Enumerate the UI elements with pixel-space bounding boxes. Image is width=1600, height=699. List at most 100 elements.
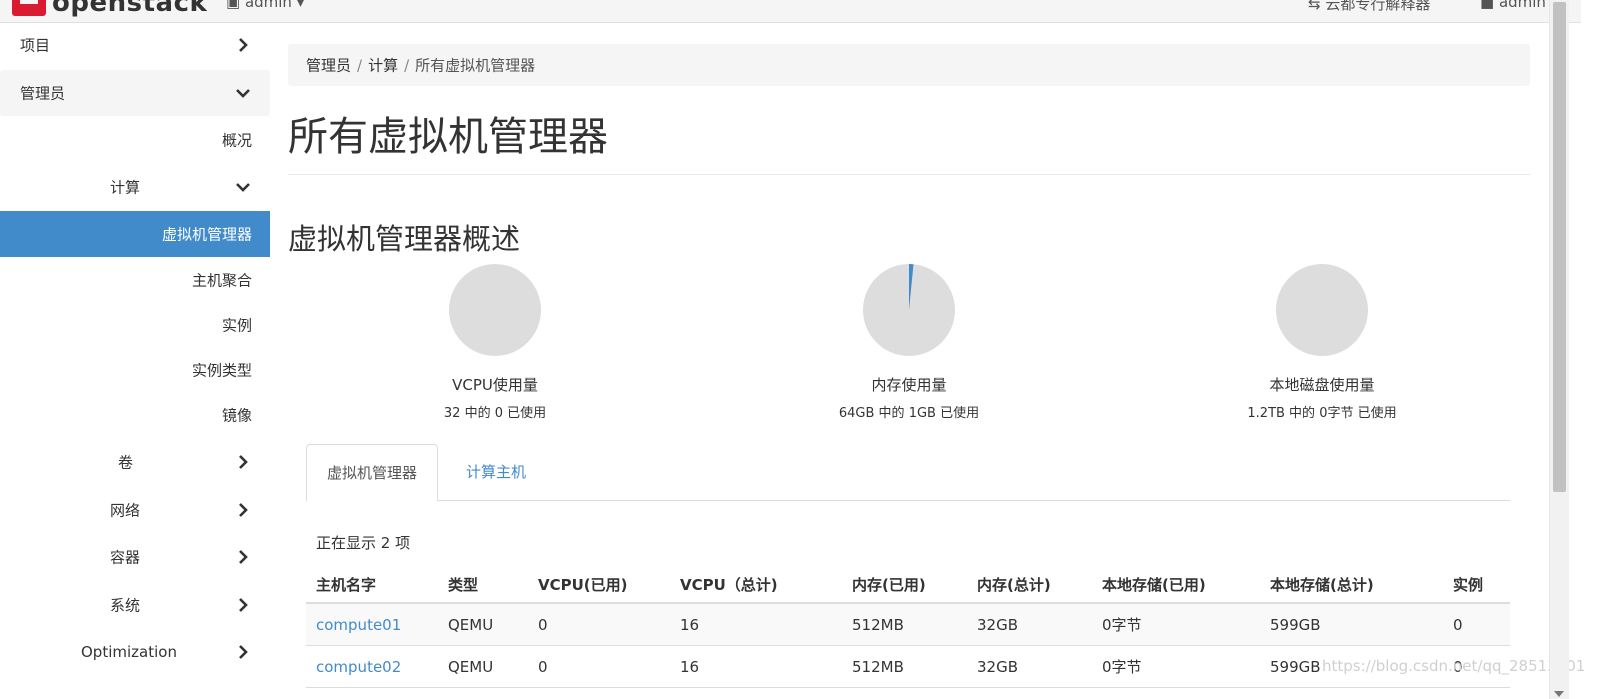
logo-text[interactable]: openstack bbox=[52, 0, 207, 18]
project-selector[interactable]: ▣ admin ▾ bbox=[226, 0, 304, 11]
title-divider bbox=[288, 174, 1530, 175]
breadcrumb-separator: / bbox=[404, 56, 410, 75]
vcpu-usage-chart: VCPU使用量 32 中的 0 已使用 bbox=[375, 264, 615, 421]
disk-usage-chart: 本地磁盘使用量 1.2TB 中的 0字节 已使用 bbox=[1202, 264, 1442, 421]
tab-compute-hosts[interactable]: 计算主机 bbox=[446, 444, 546, 500]
pie-background bbox=[1276, 264, 1368, 356]
scrollbar-thumb[interactable] bbox=[1553, 2, 1566, 492]
column-header[interactable]: 实例 bbox=[1443, 566, 1510, 604]
breadcrumb-admin[interactable]: 管理员 bbox=[306, 57, 351, 75]
table-cell: 0 bbox=[528, 603, 670, 646]
chevron-right-icon bbox=[236, 645, 250, 659]
column-header[interactable]: 内存(已用) bbox=[842, 566, 967, 604]
sidebar-item-flavors[interactable]: 实例类型 bbox=[0, 347, 270, 393]
sidebar-item-label: 管理员 bbox=[20, 84, 66, 103]
disk-usage-title: 本地磁盘使用量 bbox=[1269, 376, 1375, 394]
vertical-scrollbar[interactable] bbox=[1549, 0, 1569, 699]
sidebar-item-label: 计算 bbox=[110, 178, 141, 197]
sidebar-item-admin[interactable]: 管理员 bbox=[0, 70, 270, 116]
vcpu-usage-pie bbox=[449, 264, 541, 356]
table-cell: QEMU bbox=[438, 603, 528, 646]
chevron-right-icon bbox=[236, 550, 250, 564]
sidebar-item-volumes[interactable]: 卷 bbox=[0, 439, 270, 485]
chevron-down-icon bbox=[236, 86, 250, 100]
disk-usage-subtitle: 1.2TB 中的 0字节 已使用 bbox=[1247, 406, 1397, 421]
table-cell: 512MB bbox=[842, 603, 967, 646]
item-count: 正在显示 2 项 bbox=[316, 534, 411, 552]
table-cell: 0字节 bbox=[1092, 645, 1260, 688]
host-link[interactable]: compute02 bbox=[316, 658, 401, 676]
memory-usage-chart: 内存使用量 64GB 中的 1GB 已使用 bbox=[789, 264, 1029, 421]
sidebar-item-label: 网络 bbox=[110, 501, 141, 520]
sidebar-item-project[interactable]: 项目 bbox=[0, 22, 270, 68]
host-link[interactable]: compute01 bbox=[316, 616, 401, 634]
vcpu-usage-title: VCPU使用量 bbox=[452, 376, 538, 394]
help-link[interactable]: ⇆ 云都专行解释器 bbox=[1308, 0, 1430, 14]
host-name-cell: compute01 bbox=[306, 603, 438, 646]
vcpu-usage-subtitle: 32 中的 0 已使用 bbox=[443, 406, 547, 421]
chevron-down-icon bbox=[236, 180, 250, 194]
table-header-row: 主机名字 类型 VCPU(已用) VCPU（总计) 内存(已用) 内存(总计) … bbox=[306, 566, 1510, 604]
sidebar-item-instances[interactable]: 实例 bbox=[0, 302, 270, 348]
column-header[interactable]: 内存(总计) bbox=[967, 566, 1092, 604]
openstack-logo-icon[interactable] bbox=[12, 0, 46, 16]
memory-usage-subtitle: 64GB 中的 1GB 已使用 bbox=[838, 406, 980, 421]
sidebar-item-network[interactable]: 网络 bbox=[0, 487, 270, 533]
breadcrumb-current: 所有虚拟机管理器 bbox=[415, 56, 536, 75]
breadcrumb-compute[interactable]: 计算 bbox=[368, 57, 398, 75]
column-header[interactable]: 类型 bbox=[438, 566, 528, 604]
sidebar-item-label: 镜像 bbox=[221, 406, 252, 425]
table-cell: 512MB bbox=[842, 645, 967, 688]
table-cell: 16 bbox=[670, 645, 842, 688]
page-title: 所有虚拟机管理器 bbox=[288, 114, 608, 160]
table-row: compute01 QEMU 0 16 512MB 32GB 0字节 599GB… bbox=[306, 603, 1510, 646]
table-cell: QEMU bbox=[438, 645, 528, 688]
user-menu[interactable]: ■ admin ▾ bbox=[1480, 0, 1558, 11]
breadcrumb-separator: / bbox=[357, 56, 363, 75]
section-title: 虚拟机管理器概述 bbox=[288, 222, 521, 256]
table-cell: 599GB bbox=[1260, 603, 1443, 646]
sidebar-item-label: 虚拟机管理器 bbox=[161, 225, 252, 244]
sidebar-item-label: 实例类型 bbox=[191, 361, 252, 380]
column-header[interactable]: 主机名字 bbox=[306, 566, 438, 604]
sidebar-item-system[interactable]: 系统 bbox=[0, 582, 270, 628]
column-header[interactable]: 本地存储(总计) bbox=[1260, 566, 1443, 604]
memory-usage-pie bbox=[863, 264, 955, 356]
sidebar-item-label: 主机聚合 bbox=[191, 271, 252, 290]
column-header[interactable]: VCPU（总计) bbox=[670, 566, 842, 604]
chevron-right-icon bbox=[236, 455, 250, 469]
sidebar-item-optimization[interactable]: Optimization bbox=[0, 629, 270, 675]
sidebar-item-label: 实例 bbox=[221, 316, 252, 335]
sidebar-item-label: 系统 bbox=[110, 596, 141, 615]
column-header[interactable]: VCPU(已用) bbox=[528, 566, 670, 604]
tab-bar: 虚拟机管理器 计算主机 bbox=[306, 422, 1510, 502]
sidebar-item-overview[interactable]: 概况 bbox=[0, 117, 270, 163]
column-header[interactable]: 本地存储(已用) bbox=[1092, 566, 1260, 604]
table-cell: 0字节 bbox=[1092, 603, 1260, 646]
table-cell: 0 bbox=[1443, 603, 1510, 646]
breadcrumb: 管理员 / 计算 / 所有虚拟机管理器 bbox=[288, 44, 1530, 86]
chevron-right-icon bbox=[236, 38, 250, 52]
sidebar-item-containers[interactable]: 容器 bbox=[0, 534, 270, 580]
sidebar-item-label: 容器 bbox=[110, 548, 141, 567]
sidebar-item-hypervisors[interactable]: 虚拟机管理器 bbox=[0, 211, 270, 257]
table-cell: 32GB bbox=[967, 603, 1092, 646]
main-content: 管理员 / 计算 / 所有虚拟机管理器 所有虚拟机管理器 虚拟机管理器概述 VCPU使用… bbox=[288, 22, 1530, 699]
sidebar-item-label: 项目 bbox=[20, 36, 51, 55]
table-cell: 16 bbox=[670, 603, 842, 646]
watermark-text: https://blog.csdn.net/qq_28513801 bbox=[1322, 657, 1586, 675]
sidebar-item-compute[interactable]: 计算 bbox=[0, 164, 270, 210]
scroll-down-arrow-icon[interactable] bbox=[1554, 691, 1564, 697]
memory-usage-title: 内存使用量 bbox=[871, 376, 947, 394]
sidebar: 项目 管理员 概况 计算 虚拟机管理器 主机聚合 实例 实例类型 镜像 卷 网络… bbox=[0, 22, 270, 699]
sidebar-item-images[interactable]: 镜像 bbox=[0, 392, 270, 438]
host-name-cell: compute02 bbox=[306, 645, 438, 688]
sidebar-item-label: 卷 bbox=[118, 453, 134, 472]
chevron-right-icon bbox=[236, 503, 250, 517]
chevron-right-icon bbox=[236, 598, 250, 612]
tab-hypervisors[interactable]: 虚拟机管理器 bbox=[306, 444, 439, 502]
disk-usage-pie bbox=[1276, 264, 1368, 356]
top-navbar: openstack ▣ admin ▾ ⇆ 云都专行解释器 ■ admin ▾ bbox=[0, 0, 1581, 23]
sidebar-item-host-aggregates[interactable]: 主机聚合 bbox=[0, 257, 270, 303]
table-cell: 32GB bbox=[967, 645, 1092, 688]
